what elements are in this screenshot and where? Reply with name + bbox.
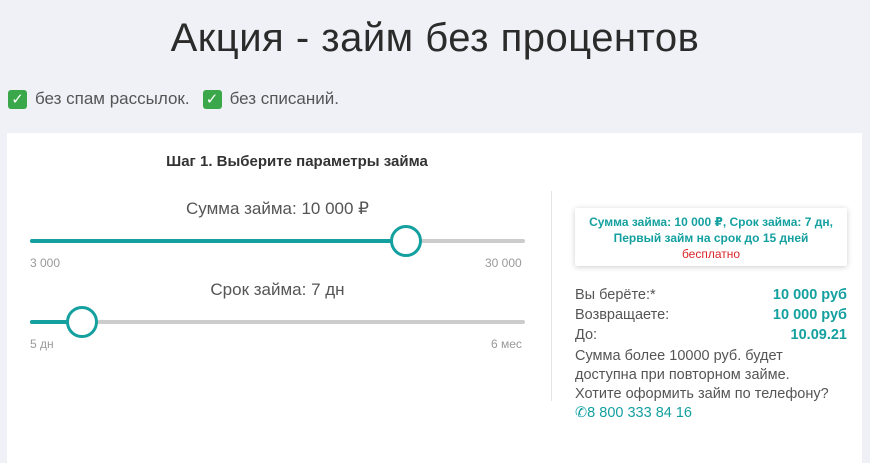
summary-line: Первый займ на срок до 15 дней bbox=[613, 231, 809, 245]
phone-number[interactable]: 8 800 333 84 16 bbox=[587, 405, 692, 421]
return-row: Возвращаете: 10 000 руб bbox=[575, 307, 847, 323]
phone-icon: ✆ bbox=[575, 405, 588, 421]
amount-slider[interactable] bbox=[30, 225, 525, 257]
step-title: Шаг 1. Выберите параметры займа bbox=[166, 153, 428, 170]
summary-note: Сумма более 10000 руб. будет доступна пр… bbox=[575, 347, 845, 423]
page-title: Акция - займ без процентов bbox=[170, 16, 700, 60]
amount-slider-fill bbox=[30, 239, 407, 243]
take-label: Вы берёте:* bbox=[575, 287, 656, 303]
term-min: 5 дн bbox=[30, 337, 54, 351]
term-slider[interactable] bbox=[30, 306, 525, 338]
feature-label: без спам рассылок. bbox=[35, 89, 190, 108]
take-row: Вы берёте:* 10 000 руб bbox=[575, 287, 847, 303]
due-label: До: bbox=[575, 327, 598, 343]
feature-item: ✓ без списаний. bbox=[202, 89, 339, 109]
amount-slider-handle[interactable] bbox=[390, 225, 423, 257]
loan-summary-box: Сумма займа: 10 000 ₽, Срок займа: 7 дн,… bbox=[575, 208, 847, 266]
amount-label: Сумма займа: 10 000 ₽ bbox=[185, 199, 369, 218]
feature-list: ✓ без спам рассылок. ✓ без списаний. bbox=[8, 89, 352, 109]
check-icon: ✓ bbox=[202, 89, 222, 109]
take-value: 10 000 руб bbox=[772, 287, 847, 303]
due-value: 10.09.21 bbox=[790, 327, 847, 343]
feature-label: без списаний. bbox=[229, 89, 339, 108]
check-icon: ✓ bbox=[8, 89, 27, 109]
term-slider-handle[interactable] bbox=[65, 306, 98, 338]
summary-line: Сумма займа: 10 000 ₽, Срок займа: 7 дн, bbox=[589, 215, 833, 229]
term-label: Срок займа: 7 дн bbox=[210, 280, 345, 299]
phone-link[interactable]: ✆8 800 333 84 16 bbox=[575, 404, 845, 423]
feature-item: ✓ без спам рассылок. bbox=[8, 89, 190, 109]
return-value: 10 000 руб bbox=[772, 307, 847, 323]
amount-max: 30 000 bbox=[485, 256, 522, 270]
phone-prompt: Хотите оформить займ по телефону? bbox=[575, 386, 829, 402]
term-max: 6 мес bbox=[491, 337, 522, 351]
divider bbox=[551, 191, 552, 401]
return-label: Возвращаете: bbox=[575, 307, 670, 323]
amount-min: 3 000 bbox=[30, 256, 61, 270]
free-label: бесплатно bbox=[681, 247, 741, 261]
due-row: До: 10.09.21 bbox=[575, 327, 847, 343]
loan-form-card: Шаг 1. Выберите параметры займа Сумма за… bbox=[7, 133, 862, 463]
note-text: Сумма более 10000 руб. будет доступна пр… bbox=[575, 348, 790, 383]
